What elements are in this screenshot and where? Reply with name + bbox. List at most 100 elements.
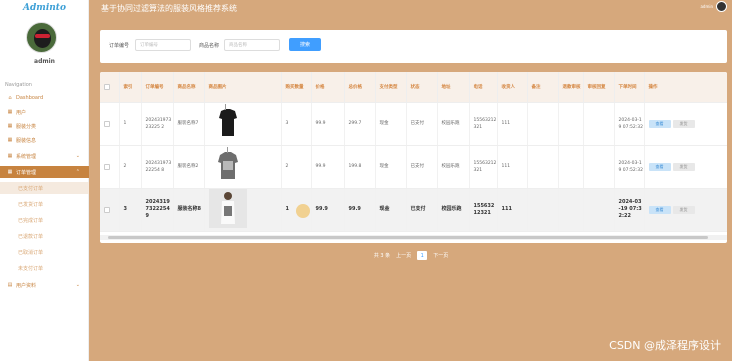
- sidebar-item-categories[interactable]: ▦ 服装分类: [0, 120, 89, 132]
- search-button[interactable]: 搜索: [289, 38, 321, 51]
- cell-note: [527, 145, 559, 189]
- sidebar-item-label: 用户资料: [16, 282, 37, 289]
- product-name-label: 商品名称: [199, 43, 220, 49]
- cell-image: [204, 145, 282, 189]
- row-select-cell[interactable]: [100, 145, 120, 189]
- cell-time: 2024-03-19 07:52:32: [614, 102, 645, 146]
- cell-note: [527, 188, 559, 232]
- sidebar-subitem-paid[interactable]: 已支付订单: [0, 182, 89, 194]
- cell-pay-type: 现金: [375, 188, 407, 232]
- chevron-up-icon: ⌃: [75, 169, 80, 175]
- cell-product: 服装名称8: [173, 188, 205, 232]
- column-header: 地址: [437, 72, 470, 103]
- sidebar-item-clothing[interactable]: ▦ 服装信息: [0, 134, 89, 146]
- row-checkbox[interactable]: [104, 206, 110, 213]
- order-no-input[interactable]: 订单编号: [135, 39, 191, 51]
- cell-price: 99.9: [311, 188, 345, 232]
- column-header: 索引: [119, 72, 142, 103]
- product-name-input[interactable]: 商品名称: [224, 39, 280, 51]
- nav-section-label: Navigation: [5, 82, 32, 88]
- grid-icon: ▦: [7, 109, 13, 115]
- cell-reply: [583, 145, 615, 189]
- header-user-menu[interactable]: admin: [700, 1, 727, 12]
- cell-total: 99.9: [344, 188, 376, 232]
- profile-name: admin: [34, 58, 55, 65]
- column-header: 商品名称: [173, 72, 205, 103]
- pagination-total: 共 3 条: [373, 253, 391, 259]
- cell-status: 已支付: [406, 102, 438, 146]
- sidebar-item-users[interactable]: ▦ 用户: [0, 106, 89, 118]
- table-row[interactable]: 2 20243197322254 8 服装名称2 2 99.9 199.8 现金…: [100, 145, 727, 189]
- sidebar-item-label: Dashboard: [16, 95, 44, 101]
- table-header-row: 索引 订单编号 商品名称 商品图片 购买数量 价格 总价格 支付类型 状态 地址…: [100, 72, 727, 103]
- ship-button[interactable]: 发货: [672, 162, 695, 171]
- row-select-cell[interactable]: [100, 102, 120, 146]
- cell-receiver: 111: [497, 102, 528, 146]
- column-header: 退款审核: [558, 72, 584, 103]
- cell-order-no: 20243197322254 8: [141, 145, 174, 189]
- view-button[interactable]: 查看: [648, 119, 671, 128]
- ship-button[interactable]: 发货: [672, 205, 695, 214]
- product-image-gray-tshirt: [208, 145, 247, 185]
- view-button[interactable]: 查看: [648, 162, 671, 171]
- page-number-current[interactable]: 1: [417, 251, 428, 260]
- cell-time: 2024-03-19 07:52:32: [614, 145, 645, 189]
- sidebar-subitem-unpaid[interactable]: 未支付订单: [0, 262, 89, 274]
- sidebar-item-label: 系统管理: [16, 153, 37, 160]
- sidebar-item-dashboard[interactable]: ⌂ Dashboard: [0, 92, 89, 104]
- mouse-cursor-highlight: [296, 204, 310, 218]
- watermark: CSDN @成泽程序设计: [609, 339, 721, 352]
- header-avatar[interactable]: [716, 1, 727, 12]
- table-row[interactable]: 3 202431973222549 服装名称8 1 99.9 99.9 现金 已…: [100, 188, 727, 232]
- select-all-cell[interactable]: [100, 72, 120, 103]
- cell-qty: 3: [281, 102, 312, 146]
- cell-product: 服装名称2: [173, 145, 205, 189]
- orders-table: 索引 订单编号 商品名称 商品图片 购买数量 价格 总价格 支付类型 状态 地址…: [100, 72, 727, 232]
- next-page-button[interactable]: 下一页: [433, 252, 448, 259]
- cell-phone: 15563212321: [469, 102, 498, 146]
- cell-status: 已支付: [406, 145, 438, 189]
- avatar-face: [34, 29, 51, 48]
- ship-button[interactable]: 发货: [672, 119, 695, 128]
- cell-receiver: 111: [497, 188, 528, 232]
- column-header: 价格: [311, 72, 345, 103]
- cell-product: 服装名称7: [173, 102, 205, 146]
- grid-icon: ▦: [7, 123, 13, 129]
- cell-address: 校园乐跑: [437, 188, 470, 232]
- product-image-black-tshirt: [208, 102, 247, 142]
- table-row[interactable]: 1 20243197323225 2 服装名称7 3 99.9 299.7 现金…: [100, 102, 727, 146]
- sidebar-item-label: 服装分类: [16, 123, 37, 130]
- table-horizontal-scrollbar[interactable]: [100, 235, 727, 240]
- cell-total: 199.8: [344, 145, 376, 189]
- cell-actions: 查看 发货: [644, 102, 727, 146]
- home-icon: ⌂: [8, 95, 12, 101]
- cell-price: 99.9: [311, 102, 345, 146]
- grid-icon: ▦: [7, 169, 13, 175]
- cell-image: [204, 102, 282, 146]
- select-all-checkbox[interactable]: [104, 83, 110, 90]
- row-select-cell[interactable]: [100, 188, 120, 232]
- sidebar-subitem-shipped[interactable]: 已发货订单: [0, 198, 89, 210]
- cell-time: 2024-03-19 07:32:22: [614, 188, 645, 232]
- cell-phone: 15563212321: [469, 145, 498, 189]
- sidebar-item-label: 服装信息: [16, 137, 37, 144]
- sidebar-item-system[interactable]: ▦ 系统管理 ⌄: [0, 150, 89, 162]
- chevron-down-icon: ⌄: [75, 153, 80, 159]
- sidebar-subitem-refunded[interactable]: 已退款订单: [0, 230, 89, 242]
- product-image-model-tank-top: [208, 188, 247, 228]
- avatar: [26, 22, 57, 53]
- sidebar-item-user-profile[interactable]: ▤ 用户资料 ⌄: [0, 279, 89, 291]
- row-checkbox[interactable]: [104, 163, 110, 170]
- row-checkbox[interactable]: [104, 120, 110, 127]
- cell-refund: [558, 188, 584, 232]
- sidebar-subitem-completed[interactable]: 已完成订单: [0, 214, 89, 226]
- column-header: 收货人: [497, 72, 528, 103]
- cell-refund: [558, 102, 584, 146]
- cell-pay-type: 现金: [375, 102, 407, 146]
- scrollbar-thumb[interactable]: [108, 236, 708, 239]
- order-no-label: 订单编号: [109, 43, 130, 49]
- cell-index: 1: [119, 102, 142, 146]
- sidebar-item-orders[interactable]: ▦ 订单管理 ⌃: [0, 166, 89, 178]
- prev-page-button[interactable]: 上一页: [396, 252, 411, 259]
- view-button[interactable]: 查看: [648, 205, 671, 214]
